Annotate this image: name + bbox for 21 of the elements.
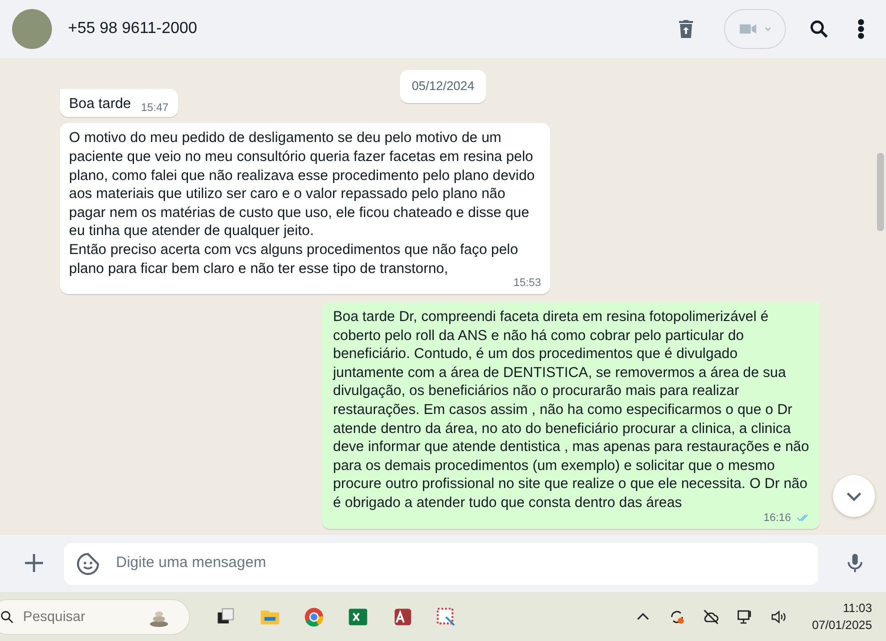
- clock-date: 07/01/2025: [812, 616, 872, 634]
- more-options-icon: [858, 18, 864, 40]
- message-time: 15:53: [513, 277, 541, 290]
- message-time: 15:47: [141, 102, 169, 116]
- message-text: Boa tarde: [69, 94, 131, 114]
- search-input[interactable]: Pesquisar: [21, 605, 141, 628]
- taskbar-search-field[interactable]: Pesquisar: [0, 598, 190, 634]
- message-text: Boa tarde Dr, compreendi faceta direta em resina fotopolimerizável é coberto pelo roll da ANS e não há como cobrar pelo particular do beneficiário. Contudo, é um dos procedimentos que é divulgado juntamente com a área de DENTISTICA, se removermos a área de sua divulgação, os beneficiários não o procurarão mais para realizar restaurações. Em casos assim , não ha como especificarmos o que o Dr atende dentro da área, no ato do beneficiário procurar a clinica, a clinica deve informar que atende dentistica , mas apenas para restaurações e não para os demais procedimentos (um exemplo) e solicitar que o mesmo procure outro profissional no site que realize o que ele necessita. O Dr não é obrigado a atender tudo que consta dentro das áreas: [333, 308, 810, 513]
- menu-button[interactable]: [858, 17, 864, 41]
- clock-time: 11:03: [842, 600, 872, 616]
- message-text: O motivo do meu pedido de desligamento se deu pelo motivo de um paciente que veio no meu consultório queria fazer facetas em resina pelo plano, como falei que não realizava esse procedimento pelo plano devido aos materiais que utilizo ser caro e o valor repassado pelo plano não pagar nem os matérias de custo que uso, ele ficou chateado e disse que eu tinha que atender de qualquer jeito. Então preciso acerta com vcs alguns procedimentos que não faço pelo plano para ficar bem claro e não ter esse tipo de transtorno,: [69, 129, 536, 278]
- contact-name[interactable]: +55 98 9611-2000: [68, 17, 198, 41]
- message-time: 16:16: [763, 512, 791, 525]
- search-icon: [0, 608, 15, 624]
- scrollbar-thumb[interactable]: [877, 153, 884, 231]
- search-icon: [808, 18, 830, 40]
- sticker-icon[interactable]: [76, 552, 100, 576]
- avatar-circle[interactable]: [12, 9, 52, 49]
- message-field[interactable]: Digite uma mensagem: [64, 542, 818, 584]
- date-chip: 05/12/2024: [400, 70, 486, 103]
- scroll-down-button[interactable]: [833, 475, 875, 517]
